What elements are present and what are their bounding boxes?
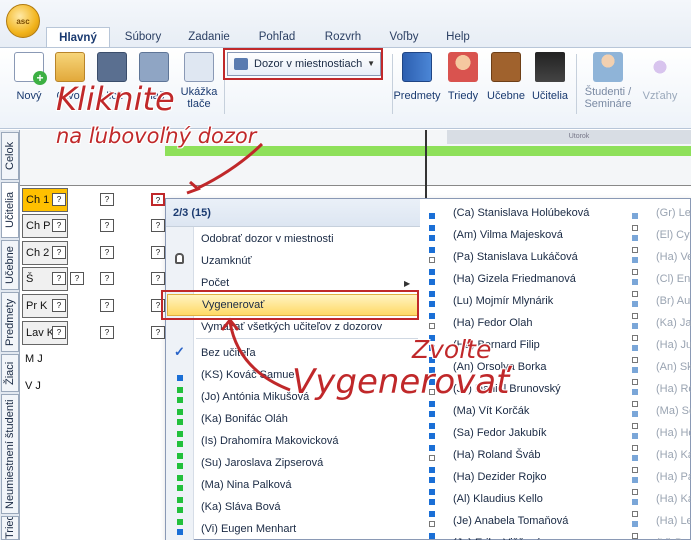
app-window: asc Hlavný Súbory Zadanie Pohľad Rozvrh … <box>0 0 691 540</box>
arrow-to-generate <box>228 321 291 392</box>
arrow-to-cell <box>197 142 264 190</box>
arrowhead-icon <box>186 180 201 195</box>
annotation-arrows <box>186 142 291 392</box>
